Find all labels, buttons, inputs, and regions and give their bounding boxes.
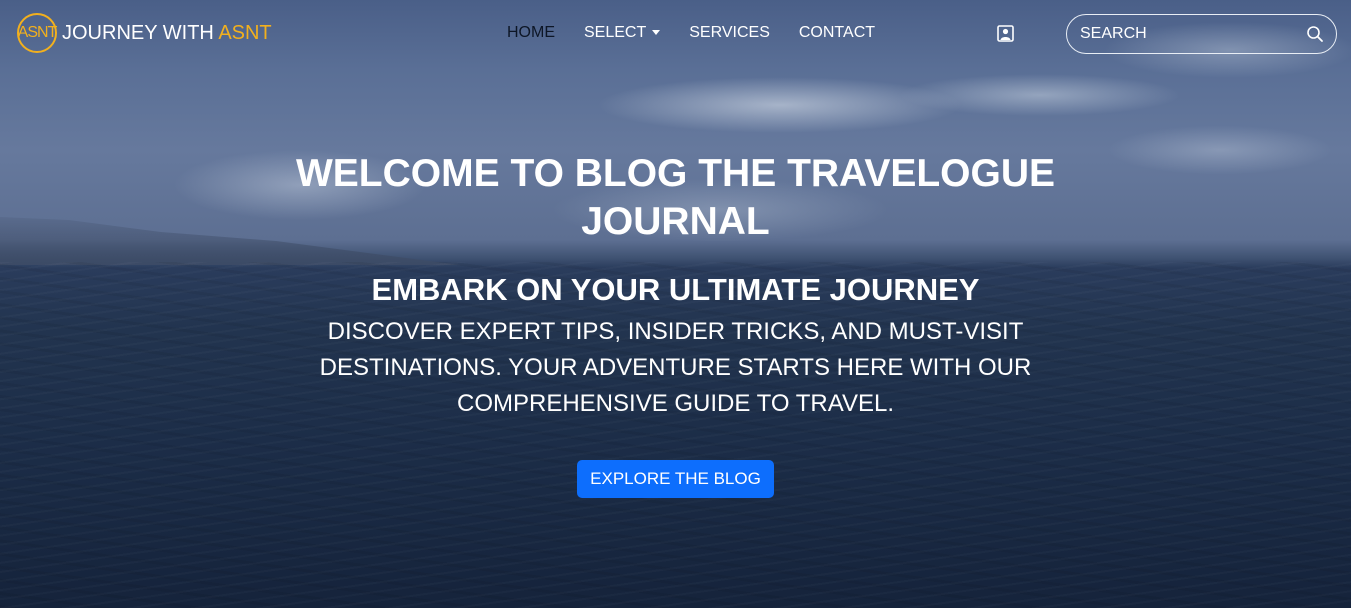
brand-link[interactable]: ASNT JOURNEY WITH ASNT [17, 13, 272, 53]
hero-title: WELCOME TO BLOG THE TRAVELOGUE JOURNAL [295, 152, 1056, 243]
explore-blog-button[interactable]: EXPLORE THE BLOG [577, 460, 774, 498]
search-box [1066, 14, 1337, 54]
navbar: ASNT JOURNEY WITH ASNT HOME SELECT SERVI… [0, 0, 1351, 66]
hero-description: DISCOVER EXPERT TIPS, INSIDER TRICKS, AN… [319, 318, 1032, 417]
nav-select-label: SELECT [584, 24, 647, 41]
caret-down-icon [652, 30, 661, 36]
nav-home[interactable]: HOME [507, 24, 555, 42]
brand-logo: ASNT [17, 13, 57, 53]
brand-name-accent: ASNT [218, 21, 272, 44]
brand-name: JOURNEY WITH ASNT [62, 22, 272, 45]
nav-services[interactable]: SERVICES [689, 24, 770, 42]
nav-contact[interactable]: CONTACT [799, 24, 875, 42]
search-input[interactable] [1080, 25, 1300, 43]
hero-content: WELCOME TO BLOG THE TRAVELOGUE JOURNAL E… [0, 150, 1351, 498]
search-icon[interactable] [1306, 25, 1324, 43]
main-menu: HOME SELECT SERVICES CONTACT [507, 24, 904, 42]
nav-select-dropdown[interactable]: SELECT [584, 24, 661, 42]
hero-subtitle: EMBARK ON YOUR ULTIMATE JOURNEY [371, 272, 980, 307]
user-profile-icon[interactable] [997, 25, 1014, 42]
brand-name-main: JOURNEY WITH [62, 21, 219, 44]
